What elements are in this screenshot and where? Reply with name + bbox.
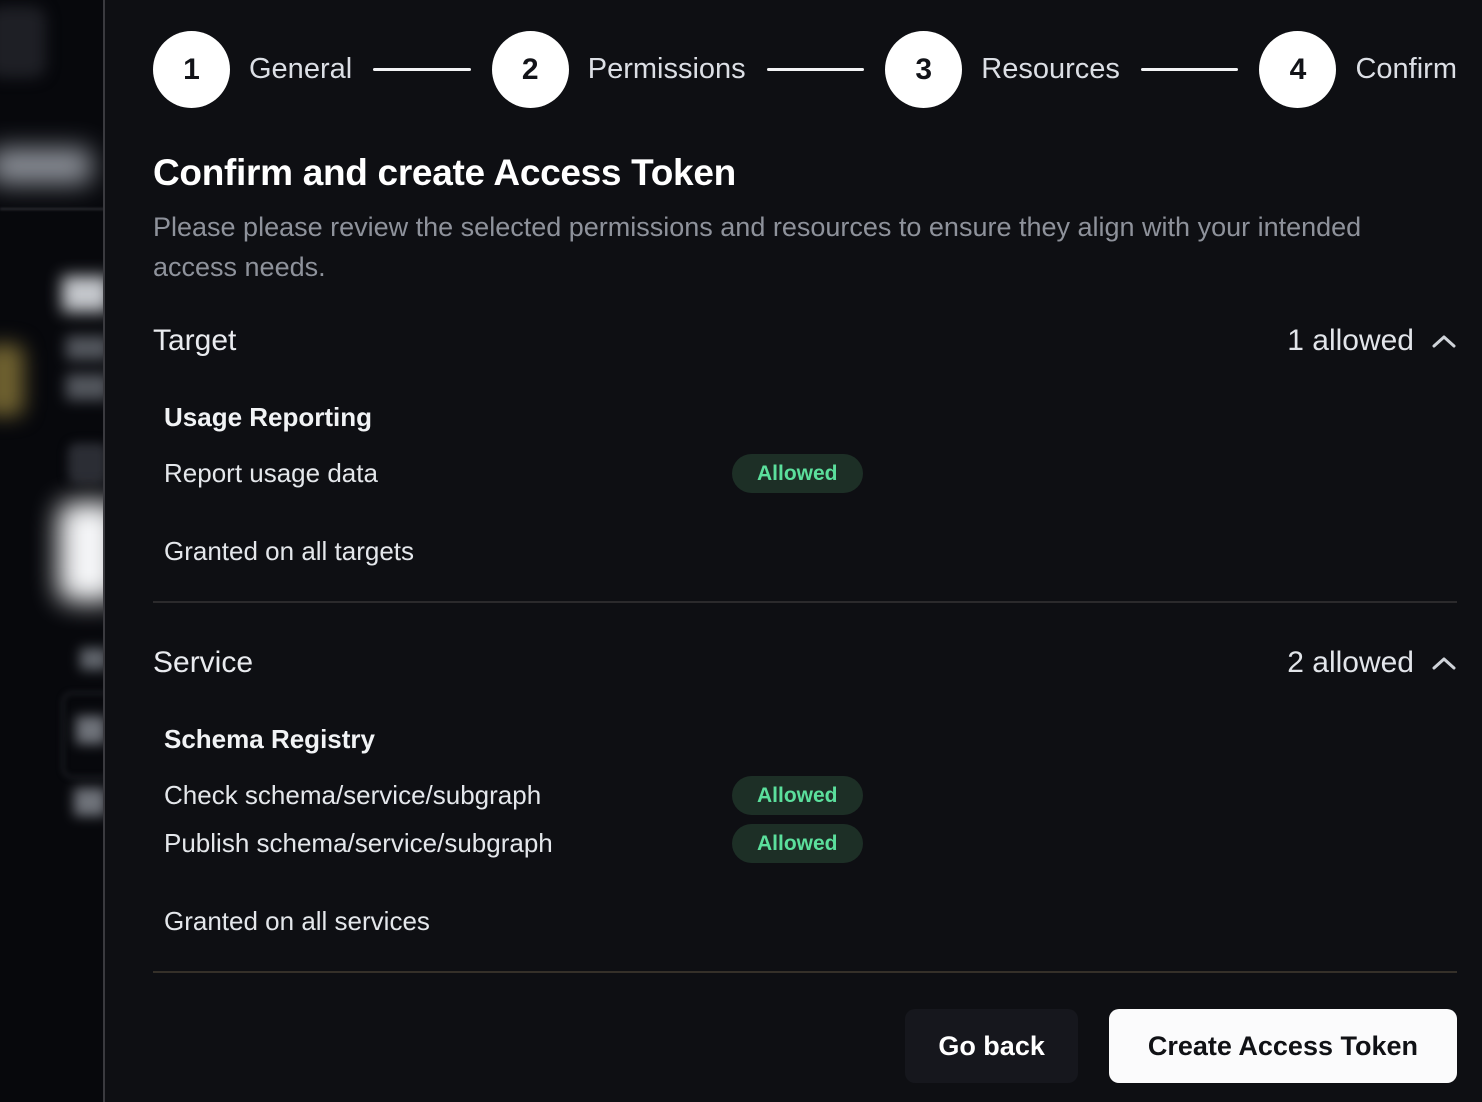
permission-row: Publish schema/service/subgraph Allowed — [164, 824, 1457, 863]
blurred-icon-tile — [68, 443, 105, 483]
blurred-accent-blob — [0, 344, 24, 416]
section-target-collapse-toggle[interactable]: 1 allowed — [1287, 324, 1457, 358]
step-connector — [767, 68, 865, 71]
section-service-collapse-toggle[interactable]: 2 allowed — [1287, 646, 1457, 680]
section-divider — [153, 971, 1457, 973]
granted-note: Granted on all services — [153, 906, 1457, 936]
chevron-up-icon — [1431, 656, 1457, 671]
go-back-button[interactable]: Go back — [905, 1009, 1078, 1083]
blurred-text-line — [66, 374, 105, 400]
step-number-badge: 2 — [492, 31, 569, 108]
create-access-token-modal: 1 General 2 Permissions 3 Resources 4 Co… — [105, 0, 1482, 1102]
chevron-up-icon — [1431, 334, 1457, 349]
section-service-header: Service 2 allowed — [153, 645, 1457, 681]
permission-label: Publish schema/service/subgraph — [164, 828, 732, 859]
modal-footer: Go back Create Access Token — [153, 1009, 1457, 1083]
permission-group-heading: Schema Registry — [164, 724, 1457, 754]
section-title: Target — [153, 324, 236, 358]
step-connector — [1141, 68, 1239, 71]
blurred-nav-item — [0, 148, 92, 184]
blurred-label — [74, 788, 105, 816]
create-access-token-button[interactable]: Create Access Token — [1109, 1009, 1457, 1083]
step-label: Permissions — [588, 53, 746, 86]
blurred-heading-text — [62, 276, 105, 312]
status-badge: Allowed — [732, 824, 863, 863]
step-number-badge: 3 — [885, 31, 962, 108]
blurred-app-logo — [0, 6, 46, 78]
section-divider — [153, 601, 1457, 603]
step-resources[interactable]: 3 Resources — [885, 31, 1120, 108]
permission-group-schema-registry: Schema Registry Check schema/service/sub… — [153, 724, 1457, 863]
blurred-text-line — [66, 336, 105, 360]
step-number-badge: 4 — [1259, 31, 1336, 108]
permission-row: Check schema/service/subgraph Allowed — [164, 776, 1457, 815]
page-subtitle: Please please review the selected permis… — [153, 207, 1393, 287]
wizard-stepper: 1 General 2 Permissions 3 Resources 4 Co… — [153, 31, 1457, 108]
blurred-label — [76, 716, 105, 744]
step-confirm[interactable]: 4 Confirm — [1259, 31, 1457, 108]
blurred-white-card — [58, 502, 105, 602]
permission-label: Check schema/service/subgraph — [164, 780, 732, 811]
allowed-count: 2 allowed — [1287, 646, 1414, 680]
status-badge: Allowed — [732, 776, 863, 815]
step-label: Resources — [981, 53, 1120, 86]
status-badge: Allowed — [732, 454, 863, 493]
step-label: Confirm — [1355, 53, 1457, 86]
blurred-label — [80, 648, 105, 670]
section-target-header: Target 1 allowed — [153, 323, 1457, 359]
step-connector — [373, 68, 471, 71]
page-title: Confirm and create Access Token — [153, 152, 1457, 194]
permission-label: Report usage data — [164, 458, 732, 489]
step-general[interactable]: 1 General — [153, 31, 352, 108]
granted-note: Granted on all targets — [153, 536, 1457, 566]
blurred-divider-line — [0, 208, 105, 210]
section-title: Service — [153, 646, 253, 680]
permission-group-heading: Usage Reporting — [164, 402, 1457, 432]
background-app-strip — [0, 0, 105, 1102]
allowed-count: 1 allowed — [1287, 324, 1414, 358]
step-permissions[interactable]: 2 Permissions — [492, 31, 746, 108]
step-number-badge: 1 — [153, 31, 230, 108]
permission-group-usage-reporting: Usage Reporting Report usage data Allowe… — [153, 402, 1457, 493]
permission-row: Report usage data Allowed — [164, 454, 1457, 493]
step-label: General — [249, 53, 352, 86]
